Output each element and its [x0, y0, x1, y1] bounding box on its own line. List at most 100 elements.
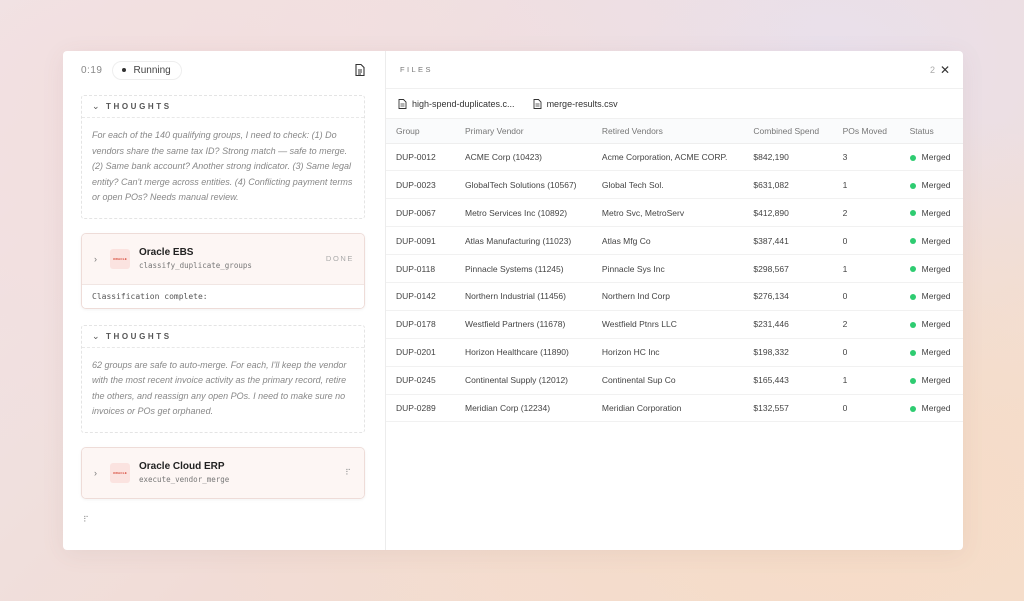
files-pane: FILES 2 ✕ high-spend-duplicates.c... mer…	[386, 51, 963, 550]
thoughts-text: 62 groups are safe to auto-merge. For ea…	[92, 359, 347, 417]
tool-status: DONE	[325, 254, 354, 263]
table-row[interactable]: DUP-0118 Pinnacle Systems (11245) Pinnacle…	[386, 254, 963, 283]
table-row[interactable]: DUP-0142 Northern Industrial (11456) North…	[386, 282, 963, 311]
column-header[interactable]: Status	[899, 119, 963, 144]
file-tab[interactable]: merge-results.csv	[533, 99, 618, 109]
table-cell: $132,557	[743, 394, 833, 423]
files-count: 2	[929, 64, 935, 75]
table-cell: 1	[832, 254, 900, 283]
activity-feed[interactable]: ⌄ THOUGHTS For each of the 140 qualifyin…	[81, 95, 365, 550]
table-row[interactable]: DUP-0245 Continental Supply (12012) Contin…	[386, 366, 963, 395]
table-cell: Northern Ind Corp	[591, 282, 744, 311]
table-cell: Atlas Manufacturing (11023)	[455, 226, 592, 256]
thoughts-block: ⌄ THOUGHTS 62 groups are safe to auto-me…	[81, 324, 365, 433]
column-header[interactable]: Primary Vendor	[455, 119, 592, 144]
table-cell: Westfield Ptnrs LLC	[591, 310, 744, 339]
status-badge: Running	[112, 60, 182, 80]
tool-call-header[interactable]: › ORACLE Oracle EBS classify_duplicate_g…	[82, 233, 364, 284]
table-cell: 2	[832, 198, 900, 228]
file-icon	[398, 98, 407, 109]
table-cell: Global Tech Sol.	[591, 170, 744, 200]
table-cell: $165,443	[743, 366, 833, 395]
file-tab[interactable]: high-spend-duplicates.c...	[398, 99, 515, 109]
status-dot-icon	[909, 210, 916, 217]
file-tabs: high-spend-duplicates.c... merge-results…	[386, 89, 963, 119]
table-cell: GlobalTech Solutions (10567)	[455, 170, 592, 200]
table-cell: 2	[832, 310, 900, 339]
loading-spinner-icon: ⠏	[345, 468, 351, 477]
table-cell: Merged	[899, 226, 963, 256]
thoughts-text: For each of the 140 qualifying groups, I…	[92, 130, 353, 202]
table-row[interactable]: DUP-0067 Metro Services Inc (10892) Metro …	[386, 198, 963, 228]
table-cell: 1	[832, 170, 900, 200]
oracle-logo-icon: ORACLE	[110, 462, 130, 483]
table-cell: $231,446	[743, 310, 833, 339]
tool-output: Classification complete:	[82, 283, 364, 308]
oracle-logo-icon: ORACLE	[110, 248, 130, 269]
table-cell: Horizon Healthcare (11890)	[455, 338, 592, 367]
thoughts-toggle[interactable]: ⌄ THOUGHTS	[82, 326, 364, 348]
chevron-right-icon: ›	[94, 467, 97, 478]
status-dot-icon	[909, 377, 916, 384]
activity-header: 0:19 Running	[63, 51, 385, 89]
status-dot-icon	[909, 349, 916, 356]
status-dot-icon	[122, 68, 127, 72]
column-header[interactable]: Retired Vendors	[591, 119, 744, 144]
files-title: FILES	[400, 65, 433, 74]
tool-name: Oracle Cloud ERP	[139, 461, 225, 472]
table-row[interactable]: DUP-0201 Horizon Healthcare (11890) Horizo…	[386, 338, 963, 367]
status-label: Merged	[921, 319, 951, 330]
column-header[interactable]: Combined Spend	[743, 119, 833, 144]
file-tab-label: high-spend-duplicates.c...	[412, 98, 515, 109]
table-cell: Meridian Corporation	[591, 394, 744, 423]
loading-spinner-icon: ⠏	[83, 514, 89, 524]
tool-function: execute_vendor_merge	[139, 475, 230, 484]
table-cell: Atlas Mfg Co	[591, 226, 744, 256]
table-cell: 1	[832, 366, 900, 395]
table-cell: Merged	[899, 198, 963, 228]
table-cell: $412,890	[743, 198, 833, 228]
thoughts-toggle[interactable]: ⌄ THOUGHTS	[82, 96, 364, 118]
table-row[interactable]: DUP-0091 Atlas Manufacturing (11023) Atlas…	[386, 226, 963, 256]
table-row[interactable]: DUP-0178 Westfield Partners (11678) Westfi…	[386, 310, 963, 339]
status-dot-icon	[909, 238, 916, 245]
table-cell: Merged	[899, 254, 963, 283]
table-cell: $631,082	[743, 170, 833, 200]
status-label: Merged	[921, 235, 951, 246]
table-cell: DUP-0067	[386, 198, 455, 228]
thoughts-title: THOUGHTS	[106, 331, 172, 341]
table-cell: Westfield Partners (11678)	[455, 310, 592, 339]
tool-function: classify_duplicate_groups	[139, 261, 252, 270]
table-cell: Merged	[899, 282, 963, 311]
status-dot-icon	[909, 266, 916, 273]
status-label: Running	[133, 64, 171, 76]
table-row[interactable]: DUP-0289 Meridian Corp (12234) Meridian Co…	[386, 394, 963, 423]
table-row[interactable]: DUP-0023 GlobalTech Solutions (10567) Glob…	[386, 170, 963, 200]
table-cell: Merged	[899, 338, 963, 367]
table-cell: Pinnacle Sys Inc	[591, 254, 744, 283]
status-label: Merged	[921, 263, 951, 274]
app-window: 0:19 Running ⌄ THOUGHTS For each of the …	[63, 51, 963, 550]
column-header[interactable]: Group	[386, 119, 455, 144]
table-cell: $842,190	[743, 143, 833, 172]
close-icon[interactable]: ✕	[940, 64, 950, 76]
table-cell: Continental Sup Co	[591, 366, 744, 395]
table-cell: DUP-0201	[386, 338, 455, 367]
tool-call-header[interactable]: › ORACLE Oracle Cloud ERP execute_vendor…	[82, 447, 364, 498]
chevron-down-icon: ⌄	[92, 330, 100, 341]
document-icon[interactable]	[353, 63, 367, 77]
table-cell: Merged	[899, 170, 963, 200]
table-cell: 0	[832, 394, 900, 423]
table-cell: DUP-0245	[386, 366, 455, 395]
status-label: Merged	[921, 375, 951, 386]
table-cell: DUP-0012	[386, 143, 455, 172]
table-row[interactable]: DUP-0012 ACME Corp (10423) Acme Corporatio…	[386, 143, 963, 172]
table-header-row: Group Primary Vendor Retired Vendors Com…	[386, 119, 963, 144]
table-cell: 0	[832, 282, 900, 311]
table-cell: 0	[832, 338, 900, 367]
status-dot-icon	[909, 154, 916, 161]
table-cell: Merged	[899, 310, 963, 339]
tool-call-card: › ORACLE Oracle Cloud ERP execute_vendor…	[81, 446, 365, 499]
table-cell: Pinnacle Systems (11245)	[455, 254, 592, 283]
column-header[interactable]: POs Moved	[832, 119, 900, 144]
